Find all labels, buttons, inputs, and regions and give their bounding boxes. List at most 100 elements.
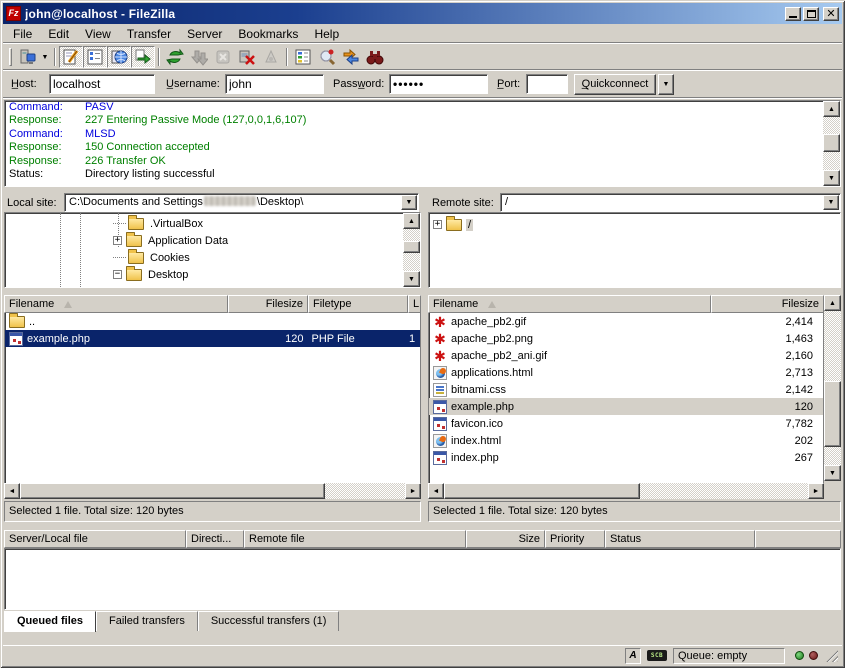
- file-row--[interactable]: ..: [5, 313, 420, 330]
- host-input[interactable]: [49, 74, 155, 94]
- column-header-server-local-file[interactable]: Server/Local file: [4, 530, 186, 548]
- log-scrollbar-thumb[interactable]: [823, 134, 840, 152]
- refresh-button[interactable]: [163, 46, 187, 68]
- disconnect-button[interactable]: [235, 46, 259, 68]
- tree-item-label[interactable]: .VirtualBox: [148, 218, 205, 230]
- process-queue-button[interactable]: [187, 46, 211, 68]
- scroll-down-icon[interactable]: ▼: [403, 271, 420, 287]
- collapse-icon[interactable]: −: [113, 270, 122, 279]
- file-row-apache-pb2-ani-gif[interactable]: ✱apache_pb2_ani.gif2,160: [429, 347, 823, 364]
- tree-item-label[interactable]: Cookies: [148, 252, 192, 264]
- close-button[interactable]: ✕: [823, 7, 839, 21]
- column-header-filesize[interactable]: Filesize: [228, 295, 308, 313]
- remote-horizontal-scrollbar[interactable]: ◄ ►: [428, 483, 824, 499]
- directory-comparison-button[interactable]: [315, 46, 339, 68]
- toolbar-grip[interactable]: [9, 48, 12, 66]
- expand-icon[interactable]: +: [113, 236, 122, 245]
- scroll-left-icon[interactable]: ◄: [4, 483, 20, 499]
- find-files-button[interactable]: [363, 46, 387, 68]
- scroll-right-icon[interactable]: ►: [405, 483, 421, 499]
- quickconnect-dropdown[interactable]: ▼: [658, 74, 674, 95]
- column-header-size[interactable]: Size: [466, 530, 545, 548]
- expand-icon[interactable]: +: [433, 220, 442, 229]
- port-input[interactable]: [526, 74, 568, 94]
- tree-item-label[interactable]: Desktop: [146, 269, 190, 281]
- column-header-filename[interactable]: Filename: [4, 295, 228, 313]
- file-row-favicon-ico[interactable]: favicon.ico7,782: [429, 415, 823, 432]
- scroll-up-icon[interactable]: ▲: [823, 101, 840, 117]
- tree-item-application-data[interactable]: + Application Data: [113, 232, 230, 249]
- remote-site-combobox[interactable]: / ▼: [500, 193, 841, 212]
- remote-vertical-scrollbar[interactable]: ▲ ▼: [824, 295, 841, 481]
- scroll-up-icon[interactable]: ▲: [403, 213, 420, 229]
- tree-scrollbar-thumb[interactable]: [403, 241, 420, 253]
- tab-failed-transfers[interactable]: Failed transfers: [96, 611, 198, 631]
- scroll-left-icon[interactable]: ◄: [428, 483, 444, 499]
- scroll-up-icon[interactable]: ▲: [824, 295, 841, 311]
- menu-edit[interactable]: Edit: [40, 25, 77, 43]
- column-header-filename[interactable]: Filename: [428, 295, 711, 313]
- column-header-filesize[interactable]: Filesize: [711, 295, 824, 313]
- file-row-index-html[interactable]: index.html202: [429, 432, 823, 449]
- toggle-message-log-button[interactable]: [59, 46, 83, 68]
- scrollbar-thumb[interactable]: [444, 483, 640, 499]
- menu-server[interactable]: Server: [179, 25, 230, 43]
- file-row-apache-pb2-png[interactable]: ✱apache_pb2.png1,463: [429, 330, 823, 347]
- tab-queued-files[interactable]: Queued files: [4, 611, 96, 632]
- toggle-transfer-queue-button[interactable]: [131, 46, 155, 68]
- quickconnect-button[interactable]: Q̲uickconnect: [574, 74, 656, 95]
- log-scrollbar[interactable]: ▲ ▼: [823, 101, 840, 186]
- menu-bookmarks[interactable]: Bookmarks: [230, 25, 306, 43]
- menu-file[interactable]: File: [5, 25, 40, 43]
- reconnect-button[interactable]: [259, 46, 283, 68]
- toggle-local-tree-button[interactable]: [83, 46, 107, 68]
- tree-item-desktop[interactable]: − Desktop: [113, 266, 190, 283]
- file-row-example-php[interactable]: example.php120PHP File1: [5, 330, 420, 347]
- scrollbar-thumb[interactable]: [824, 381, 841, 447]
- filter-button[interactable]: [291, 46, 315, 68]
- toggle-remote-tree-button[interactable]: [107, 46, 131, 68]
- column-header-directi-[interactable]: Directi...: [186, 530, 244, 548]
- scroll-right-icon[interactable]: ►: [808, 483, 824, 499]
- password-input[interactable]: [389, 74, 488, 94]
- local-horizontal-scrollbar[interactable]: ◄ ►: [4, 483, 421, 499]
- cell-filename: applications.html: [429, 364, 712, 381]
- cancel-button[interactable]: [211, 46, 235, 68]
- chevron-down-icon[interactable]: ▼: [401, 195, 417, 210]
- synchronized-browsing-button[interactable]: [339, 46, 363, 68]
- remote-tree-root[interactable]: + /: [433, 216, 473, 233]
- site-manager-dropdown[interactable]: ▼: [39, 46, 51, 68]
- tree-item-label[interactable]: Application Data: [146, 235, 230, 247]
- scroll-down-icon[interactable]: ▼: [824, 465, 841, 481]
- site-manager-button[interactable]: [15, 46, 39, 68]
- resize-grip[interactable]: [825, 649, 838, 662]
- tree-item--virtualbox[interactable]: .VirtualBox: [113, 215, 205, 232]
- file-row-bitnami-css[interactable]: bitnami.css2,142: [429, 381, 823, 398]
- folder-icon: [9, 316, 25, 328]
- column-header-filetype[interactable]: Filetype: [308, 295, 408, 313]
- menu-view[interactable]: View: [77, 25, 119, 43]
- minimize-button[interactable]: [785, 7, 801, 21]
- file-row-apache-pb2-gif[interactable]: ✱apache_pb2.gif2,414: [429, 313, 823, 330]
- speed-limits-icon[interactable]: SCB: [647, 650, 667, 661]
- file-row-applications-html[interactable]: applications.html2,713: [429, 364, 823, 381]
- menu-help[interactable]: Help: [306, 25, 347, 43]
- transfer-type-icon[interactable]: A: [625, 648, 641, 664]
- column-header-priority[interactable]: Priority: [545, 530, 605, 548]
- local-site-combobox[interactable]: C:\Documents and Settings\Desktop\ ▼: [64, 193, 419, 212]
- column-header-status[interactable]: Status: [605, 530, 755, 548]
- username-input[interactable]: [225, 74, 324, 94]
- chevron-down-icon[interactable]: ▼: [823, 195, 839, 210]
- file-row-example-php[interactable]: example.php120: [429, 398, 823, 415]
- tab-successful-transfers-1-[interactable]: Successful transfers (1): [198, 611, 340, 631]
- column-header-l[interactable]: L: [408, 295, 421, 313]
- tree-item-label[interactable]: /: [466, 219, 473, 231]
- local-tree-scrollbar[interactable]: ▲ ▼: [403, 213, 420, 287]
- maximize-button[interactable]: [803, 7, 819, 21]
- file-row-index-php[interactable]: index.php267: [429, 449, 823, 466]
- scroll-down-icon[interactable]: ▼: [823, 170, 840, 186]
- menu-transfer[interactable]: Transfer: [119, 25, 179, 43]
- scrollbar-thumb[interactable]: [20, 483, 325, 499]
- tree-item-cookies[interactable]: Cookies: [113, 249, 192, 266]
- column-header-remote-file[interactable]: Remote file: [244, 530, 466, 548]
